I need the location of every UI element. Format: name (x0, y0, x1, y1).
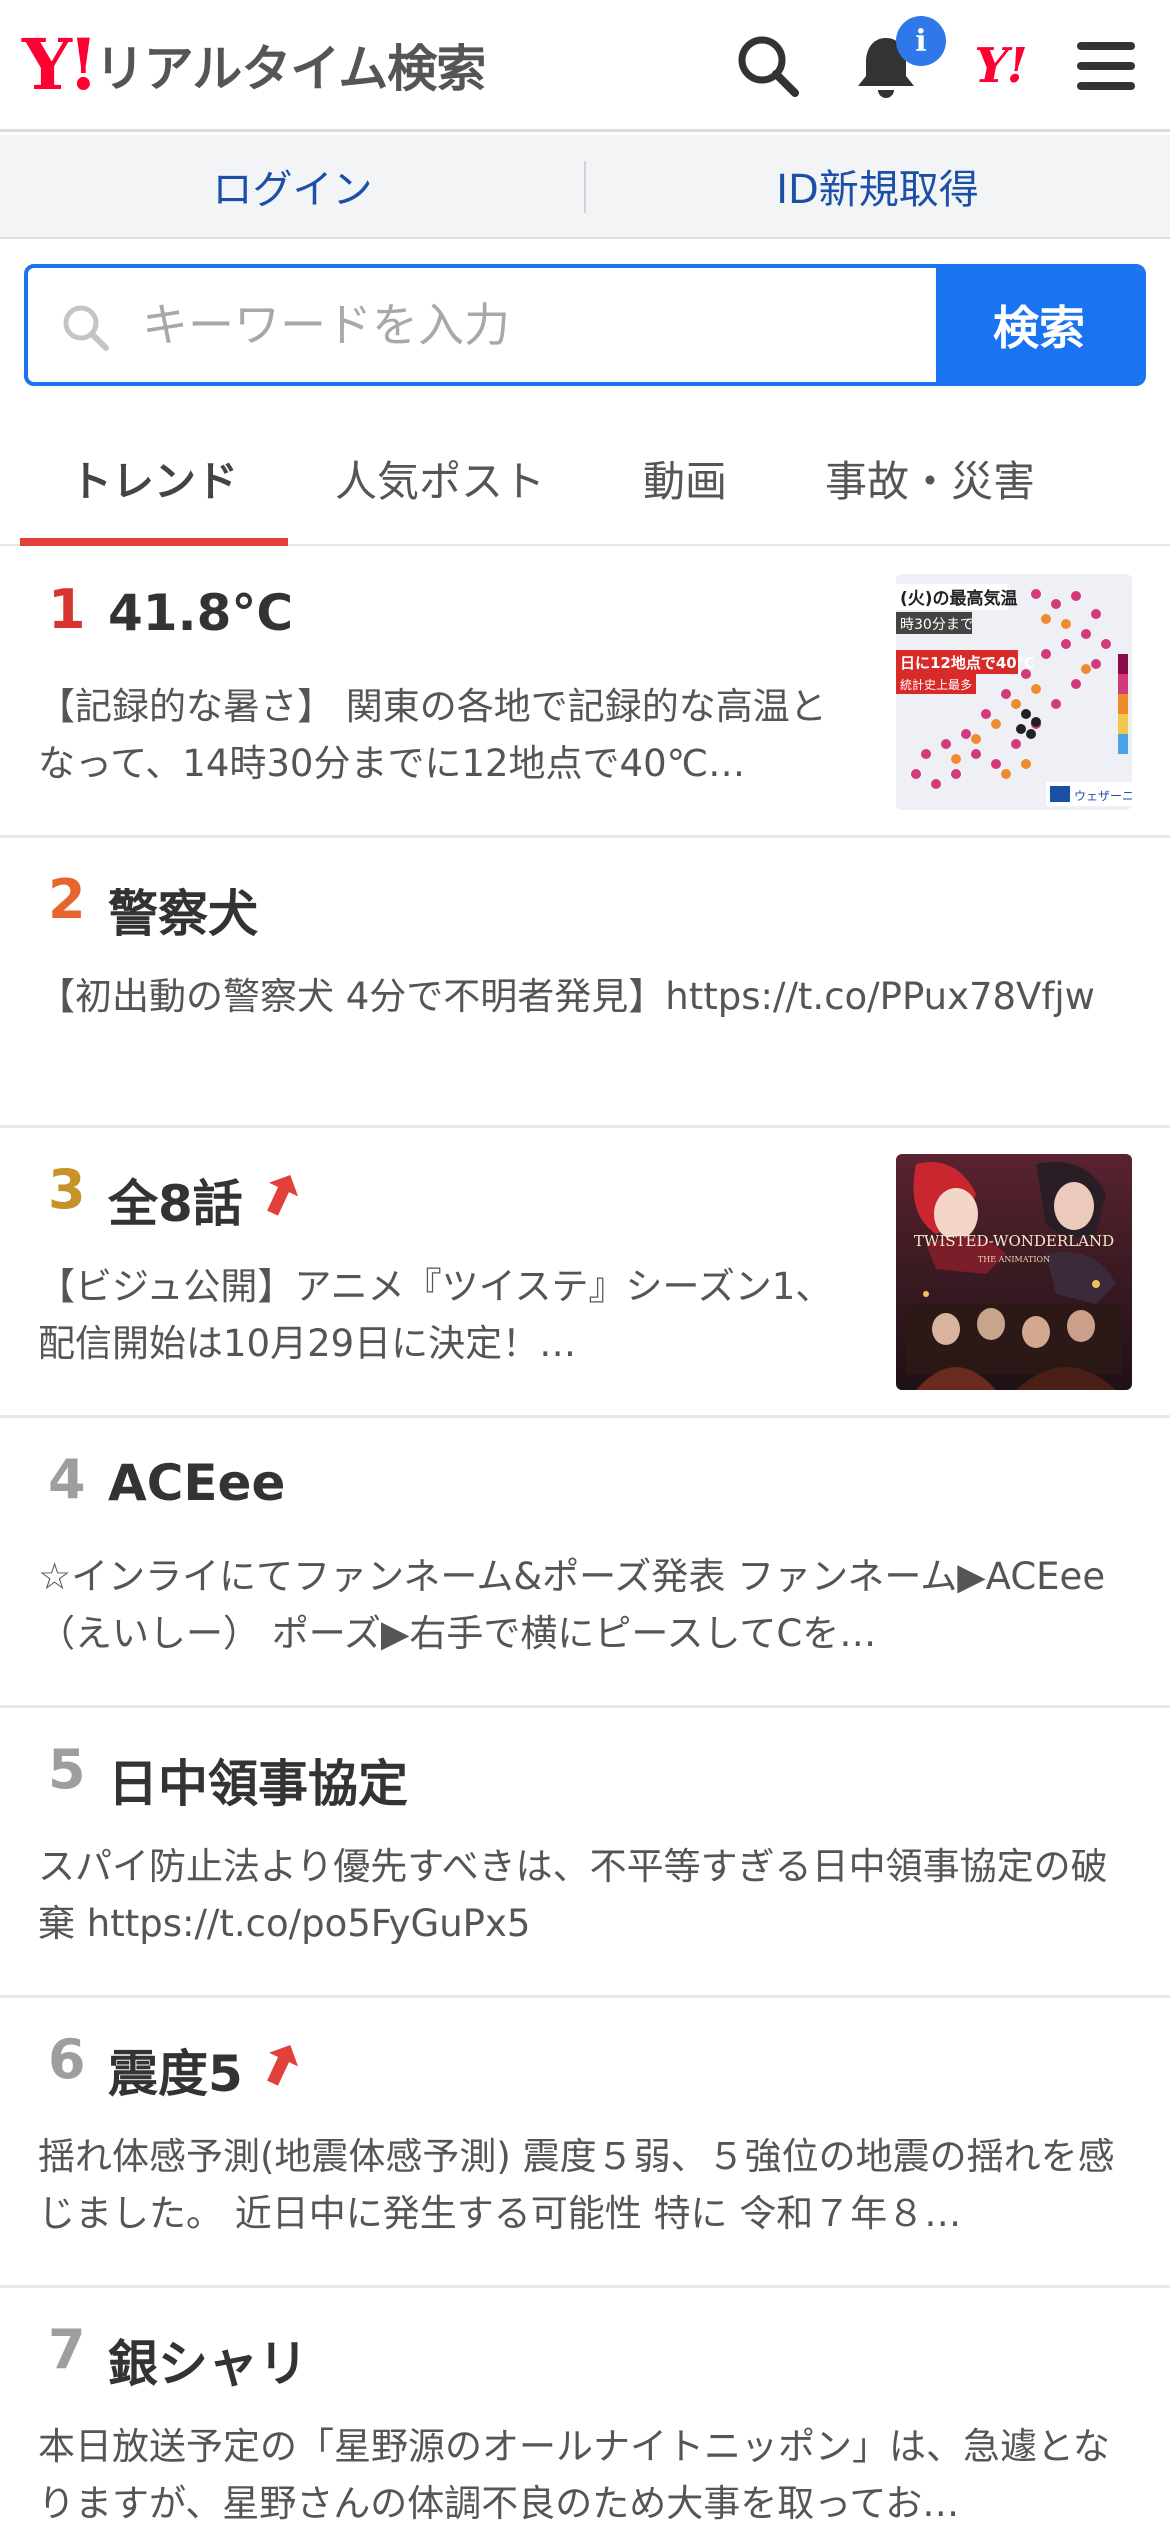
search-input-wrapper (28, 268, 936, 382)
trend-title: 41.8°C (108, 584, 293, 642)
thumb-text: TWISTED-WONDERLAND (914, 1232, 1114, 1250)
active-tab-indicator (20, 538, 288, 546)
thumb-text: 日に12地点で40℃ (900, 654, 1035, 672)
tab-trend[interactable]: トレンド (20, 410, 288, 546)
rising-arrow-icon (259, 2041, 299, 2099)
trend-rank: 4 (48, 1448, 86, 1511)
yahoo-japan-logo[interactable]: Y! (962, 28, 1038, 104)
trend-item[interactable]: 2 警察犬 【初出動の警察犬 4分で不明者発見】https://t.co/PPu… (0, 838, 1170, 1128)
app-header: Y! リアルタイム検索 i Y! (0, 0, 1170, 132)
logo-mark: Y! (22, 23, 99, 106)
trend-list: 1 41.8°C 【記録的な暑さ】 関東の各地で記録的な高温となって、14時30… (0, 548, 1170, 2532)
trend-description: 【初出動の警察犬 4分で不明者発見】https://t.co/PPux78Vfj… (38, 975, 1095, 1018)
trend-title-text: 41.8°C (108, 584, 294, 642)
tab-video[interactable]: 動画 (600, 410, 770, 546)
logo-text: リアルタイム検索 (94, 40, 486, 98)
trend-title-text: 銀シャリ (108, 2335, 308, 2393)
register-link[interactable]: ID新規取得 (585, 135, 1170, 237)
trend-description: 本日放送予定の「星野源のオールナイトニッポン」は、急遽となりますが、星野さんの体… (38, 2425, 1110, 2525)
rising-arrow-icon (259, 1171, 299, 1229)
login-bar: ログイン ID新規取得 (0, 135, 1170, 239)
trend-title: ACEee (108, 1454, 285, 1512)
hamburger-menu-icon[interactable] (1068, 28, 1144, 104)
trend-title-text: ACEee (108, 1454, 286, 1512)
notification-badge: i (896, 16, 946, 66)
trend-description: 揺れ体感予測(地震体感予測) 震度５弱、５強位の地震の揺れを感じました。 近日中… (38, 2135, 1115, 2235)
category-tabs: トレンド 人気ポスト 動画 事故・災害 (0, 410, 1170, 546)
search-icon[interactable] (730, 28, 806, 104)
trend-title-text: 震度5 (108, 2045, 243, 2103)
trend-description: 【ビジュ公開】アニメ『ツイステ』シーズン1、配信開始は10月29日に決定！… (38, 1265, 833, 1365)
trend-rank: 3 (48, 1158, 86, 1221)
tab-popular-posts[interactable]: 人気ポスト (300, 410, 580, 546)
trend-title: 警察犬 (108, 874, 258, 946)
trend-description: ☆インライにてファンネーム&ポーズ発表 ファンネーム▶ACEee（えいしー） ポ… (38, 1555, 1106, 1655)
trend-title: 銀シャリ (108, 2324, 308, 2396)
yahoo-realtime-logo[interactable]: Y! リアルタイム検索 (22, 23, 486, 106)
trend-title: 日中領事協定 (108, 1744, 408, 1816)
thumb-text: THE ANIMATION (978, 1255, 1050, 1264)
trend-item[interactable]: 1 41.8°C 【記録的な暑さ】 関東の各地で記録的な高温となって、14時30… (0, 548, 1170, 838)
thumb-text: 時30分まで (900, 617, 974, 633)
trend-description: 【記録的な暑さ】 関東の各地で記録的な高温となって、14時30分までに12地点で… (38, 685, 827, 785)
trend-thumbnail-temperature-map[interactable]: (火)の最高気温 時30分まで 日に12地点で40℃ 統計史上最多 ウェザーニュ (896, 574, 1132, 810)
tab-accident-disaster[interactable]: 事故・災害 (790, 410, 1070, 546)
trend-title: 震度5 (108, 2034, 299, 2106)
thumb-text: 統計史上最多 (900, 677, 972, 692)
search-form: 検索 (24, 264, 1146, 386)
trend-rank: 1 (48, 578, 86, 641)
thumb-text: (火)の最高気温 (900, 588, 1018, 609)
login-link[interactable]: ログイン (0, 135, 585, 237)
trend-item[interactable]: 6 震度5 揺れ体感予測(地震体感予測) 震度５弱、５強位の地震の揺れを感じまし… (0, 1998, 1170, 2288)
trend-title-text: 日中領事協定 (108, 1755, 408, 1813)
yahoo-japan-logo-text: Y! (974, 38, 1027, 94)
trend-title-text: 警察犬 (108, 885, 258, 943)
trend-item[interactable]: 7 銀シャリ 本日放送予定の「星野源のオールナイトニッポン」は、急遽となりますが… (0, 2288, 1170, 2532)
trend-thumbnail-anime-key-visual[interactable]: TWISTED-WONDERLAND THE ANIMATION (896, 1154, 1132, 1390)
trend-title: 全8話 (108, 1164, 299, 1236)
trend-rank: 7 (48, 2318, 86, 2381)
trend-item[interactable]: 4 ACEee ☆インライにてファンネーム&ポーズ発表 ファンネーム▶ACEee… (0, 1418, 1170, 1708)
trend-rank: 5 (48, 1738, 86, 1801)
search-button[interactable]: 検索 (936, 268, 1142, 382)
thumb-text: ウェザーニュ (1074, 789, 1132, 803)
trend-title-text: 全8話 (108, 1175, 243, 1233)
search-icon (60, 302, 110, 356)
trend-item[interactable]: 5 日中領事協定 スパイ防止法より優先すべきは、不平等すぎる日中領事協定の破棄 … (0, 1708, 1170, 1998)
trend-rank: 6 (48, 2028, 86, 2091)
search-input[interactable] (28, 268, 936, 382)
trend-item[interactable]: 3 全8話 【ビジュ公開】アニメ『ツイステ』シーズン1、配信開始は10月29日に… (0, 1128, 1170, 1418)
trend-description: スパイ防止法より優先すべきは、不平等すぎる日中領事協定の破棄 https://t… (38, 1845, 1108, 1945)
divider (584, 161, 586, 213)
trend-rank: 2 (48, 868, 86, 931)
